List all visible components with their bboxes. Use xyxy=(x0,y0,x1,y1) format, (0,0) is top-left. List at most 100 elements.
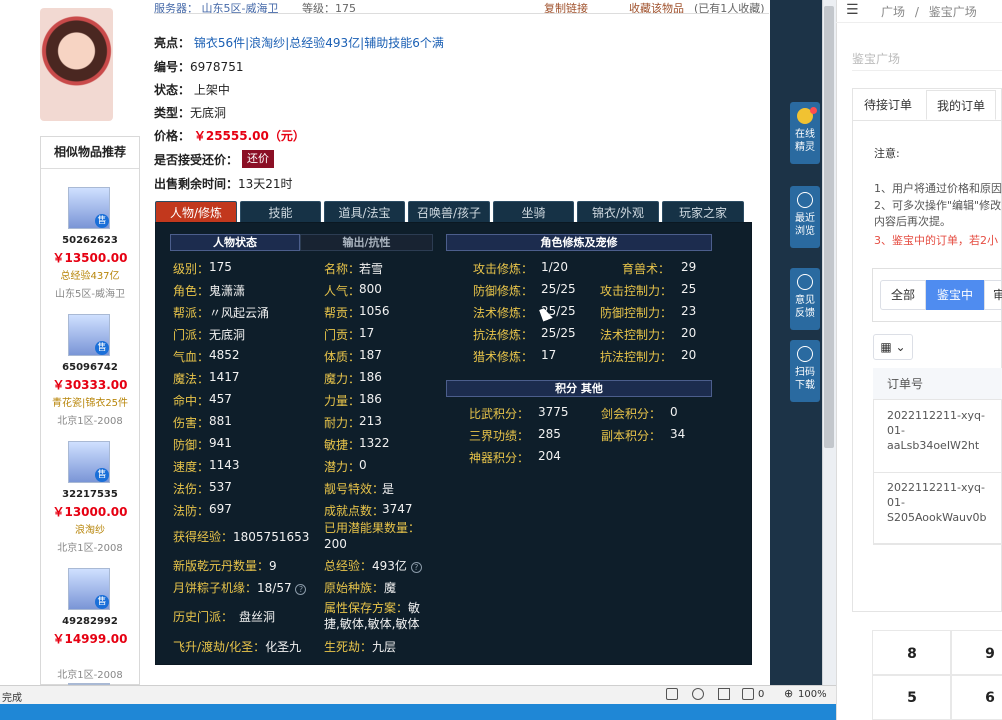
subtab-output[interactable]: 输出/抗性 xyxy=(300,234,433,251)
exp-value: 1805751653 xyxy=(233,530,310,544)
tab-pending-orders[interactable]: 待接订单 xyxy=(864,90,912,120)
highlight-2[interactable]: 浪淘纱 xyxy=(249,36,285,50)
control-value: 29 xyxy=(681,260,697,274)
help-icon[interactable]: ? xyxy=(410,562,422,573)
qiankun-row: 新版乾元丹数量：9 xyxy=(173,557,277,574)
highlight-4[interactable]: 辅助技能6个满 xyxy=(364,36,444,50)
score-value: 0 xyxy=(670,405,678,419)
numpad-key-8[interactable]: 8 xyxy=(872,630,952,676)
scrollbar-thumb[interactable] xyxy=(824,6,834,448)
recommend-thumbnail[interactable]: 售 xyxy=(68,441,110,483)
control-label: 攻击控制力： xyxy=(600,284,673,298)
table-row[interactable]: 2022112211-xyq- 01- S205AookWauv0b xyxy=(873,473,1002,545)
note-1: 1、用户将通过价格和原因 xyxy=(874,182,1002,195)
status-value: 上架中 xyxy=(193,83,230,97)
stat-label: 成就点数： xyxy=(324,504,385,518)
stat-value: 213 xyxy=(359,414,382,428)
stat-value: 881 xyxy=(209,414,232,428)
filter-review-button[interactable]: 审 xyxy=(984,280,1002,310)
counter-row: 是否接受还价： xyxy=(154,151,238,168)
character-avatar xyxy=(40,8,113,121)
recommend-id[interactable]: 50262623 xyxy=(40,235,140,246)
score-value: 285 xyxy=(538,427,561,441)
status-text: 完成 xyxy=(2,693,22,704)
stat-label: 魔法： xyxy=(173,372,210,386)
zongzi-row: 月饼粽子机缘：18/57 ? xyxy=(173,579,307,596)
sold-badge: 售 xyxy=(95,595,109,609)
numpad-key-5[interactable]: 5 xyxy=(872,674,952,720)
feedback-button[interactable]: 意见 反馈 xyxy=(790,268,820,330)
breadcrumb-plaza[interactable]: 广场 xyxy=(881,5,905,19)
price-label: 价格： xyxy=(154,129,191,143)
tab-home[interactable]: 玩家之家 xyxy=(662,201,744,223)
fly-label: 飞升/渡劫/化圣： xyxy=(173,640,266,654)
tab-skills[interactable]: 技能 xyxy=(240,201,321,223)
scan-download-button[interactable]: 扫码 下载 xyxy=(790,340,820,402)
recommend-price: ￥30333.00 xyxy=(52,378,128,392)
stat-label: 敏捷： xyxy=(324,438,361,452)
race-label: 原始种族： xyxy=(324,581,385,595)
sold-badge: 售 xyxy=(95,468,109,482)
tab-mounts[interactable]: 坐骑 xyxy=(493,201,574,223)
numpad-key-9[interactable]: 9 xyxy=(950,630,1002,676)
shield-icon[interactable] xyxy=(666,688,678,700)
recommend-id[interactable]: 32217535 xyxy=(40,489,140,500)
recommend-thumbnail[interactable]: 售 xyxy=(68,187,110,229)
cultivation-value: 17 xyxy=(541,348,557,362)
window-icon[interactable] xyxy=(718,688,730,700)
price-value: ￥25555.00（元） xyxy=(193,129,305,143)
help-icon[interactable]: ? xyxy=(295,584,307,595)
tab-outfits[interactable]: 锦衣/外观 xyxy=(577,201,659,223)
cultivation-value: 25/25 xyxy=(541,282,576,296)
speaker-icon[interactable] xyxy=(692,688,704,700)
recommend-thumbnail[interactable]: 售 xyxy=(68,314,110,356)
score-value: 34 xyxy=(670,427,686,441)
recommend-thumbnail[interactable]: 售 xyxy=(68,568,110,610)
score-value: 3775 xyxy=(538,405,569,419)
tab-character[interactable]: 人物/修炼 xyxy=(155,201,237,223)
tab-pets[interactable]: 召唤兽/孩子 xyxy=(408,201,490,223)
score-label: 剑会积分： xyxy=(601,407,662,421)
zoom-level: 100% xyxy=(798,689,827,700)
cultivation-value: 1/20 xyxy=(541,260,568,274)
stat-value: 800 xyxy=(359,282,382,296)
filter-all-button[interactable]: 全部 xyxy=(880,280,926,310)
cultivation-label: 猎术修炼： xyxy=(473,350,534,364)
recommend-price: ￥14999.00 xyxy=(52,632,128,646)
tab-my-orders[interactable]: 我的订单 xyxy=(926,90,996,120)
attr-value1: 敏 xyxy=(408,601,421,615)
stat-label: 角色： xyxy=(173,284,210,298)
recommend-id[interactable]: 49282992 xyxy=(40,616,140,627)
tab-items[interactable]: 道具/法宝 xyxy=(324,201,405,223)
recommend-id[interactable]: 65096742 xyxy=(40,362,140,373)
subtab-status[interactable]: 人物状态 xyxy=(170,234,300,251)
filter-appraising-button[interactable]: 鉴宝中 xyxy=(926,280,984,310)
recent-view-button[interactable]: 最近 浏览 xyxy=(790,186,820,248)
recommend-price: ￥13500.00 xyxy=(52,251,128,265)
copy-link[interactable]: 复制链接 xyxy=(544,0,588,13)
potential-label: 已用潜能果数量： xyxy=(324,521,421,535)
counter-offer-button[interactable]: 还价 xyxy=(242,150,274,168)
stat-label: 帮派： xyxy=(173,306,210,320)
stat-value: 941 xyxy=(209,436,232,450)
exp-label: 获得经验： xyxy=(173,530,234,544)
menu-icon[interactable]: ☰ xyxy=(846,2,859,18)
stat-value: 1417 xyxy=(209,370,240,384)
column-toggle-button[interactable]: ▦ ⌄ xyxy=(873,334,913,360)
cultivation-value: 25/25 xyxy=(541,326,576,340)
download-icon[interactable] xyxy=(742,688,754,700)
control-value: 25 xyxy=(681,282,697,296)
highlight-3[interactable]: 总经验493亿 xyxy=(289,36,360,50)
stat-label: 级别： xyxy=(173,262,210,276)
recommend-title: 相似物品推荐 xyxy=(53,145,126,159)
recommend-tag: 总经验437亿 xyxy=(60,271,120,282)
breadcrumb-appraise: 鉴宝广场 xyxy=(928,5,977,19)
stat-value: 3747 xyxy=(382,502,413,516)
zoom-icon[interactable]: ⊕ xyxy=(784,687,793,700)
numpad-key-6[interactable]: 6 xyxy=(950,674,1002,720)
favorite-link[interactable]: 收藏该物品 xyxy=(629,0,684,13)
life-label: 生死劫： xyxy=(324,640,373,654)
highlight-1[interactable]: 锦衣56件 xyxy=(194,36,245,50)
stat-label: 法伤： xyxy=(173,482,210,496)
table-row[interactable]: 2022112211-xyq- 01- aaLsb34oeIW2ht xyxy=(873,401,1002,473)
